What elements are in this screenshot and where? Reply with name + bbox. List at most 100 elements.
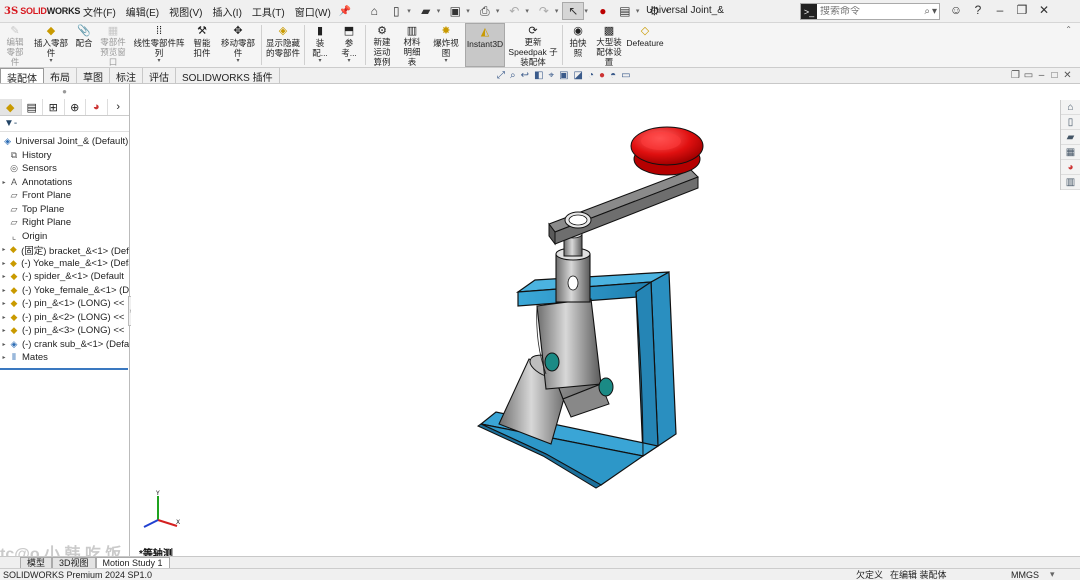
insert-dropdown-icon[interactable]: ▾	[49, 56, 52, 66]
undo-icon[interactable]: ↶	[503, 2, 525, 20]
tree-item[interactable]: ▸ ◆ (固定) bracket_&<1> (Defa	[0, 243, 129, 256]
tree-filter[interactable]: ▼-	[0, 116, 129, 132]
update-speedpak-button[interactable]: ⟳ 更新 Speedpak 子装配体	[505, 23, 561, 67]
home-icon[interactable]: ⌂	[363, 2, 385, 20]
task-file-explorer-icon[interactable]: ▦	[1061, 145, 1080, 160]
tree-item[interactable]: ▸ A Annotations	[0, 176, 129, 190]
user-account-icon[interactable]: ☺	[945, 3, 967, 17]
defeature-button[interactable]: ◇ Defeature	[626, 23, 664, 67]
collapse-ribbon-icon[interactable]: ⌃	[1065, 25, 1072, 34]
menu-insert[interactable]: 插入(I)	[207, 4, 246, 19]
expand-arrow-icon[interactable]: ▸	[0, 354, 8, 361]
assembly-features-button[interactable]: ▮ 装配... ▾	[306, 23, 334, 67]
task-appearances-icon[interactable]: ◕	[1061, 160, 1080, 175]
print-dropdown-icon[interactable]: ▾	[496, 7, 500, 15]
instant3d-button[interactable]: ◭ Instant3D	[465, 23, 505, 67]
scene-icon[interactable]: ◓	[610, 70, 616, 81]
save-icon[interactable]: ▣	[444, 2, 466, 20]
new-document-icon[interactable]: ▯	[385, 2, 407, 20]
dynamic-annotation-icon[interactable]: ⌖	[548, 70, 554, 81]
select-cursor-icon[interactable]: ↖	[562, 2, 585, 20]
tree-item[interactable]: ▱ Front Plane	[0, 189, 129, 203]
save-dropdown-icon[interactable]: ▾	[466, 7, 470, 15]
large-assembly-settings-button[interactable]: ▩ 大型装配体设置	[592, 23, 626, 67]
tree-item[interactable]: ▸ ◆ (-) pin_&<2> (LONG) <<	[0, 311, 129, 325]
tree-item[interactable]: ▱ Top Plane	[0, 203, 129, 217]
previous-view-icon[interactable]: ↩	[521, 70, 529, 81]
task-design-library-icon[interactable]: ▰	[1061, 130, 1080, 145]
expand-arrow-icon[interactable]: ▸	[0, 314, 8, 321]
universal-joint-model[interactable]	[131, 84, 1060, 556]
viewport-tile-icon[interactable]: ▭	[1022, 70, 1035, 81]
open-icon[interactable]: ▰	[415, 2, 437, 20]
viewport-maximize-icon[interactable]: □	[1048, 70, 1061, 81]
expand-arrow-icon[interactable]: ▸	[0, 246, 8, 253]
smart-fasteners-button[interactable]: ⚒ 智能扣件	[188, 23, 216, 67]
tree-item[interactable]: ◎ Sensors	[0, 162, 129, 176]
units-selector[interactable]: MMGS	[1011, 570, 1039, 580]
featuremanager-tab-icon[interactable]: ◆	[0, 99, 22, 115]
edit-appearance-icon[interactable]: ●	[599, 70, 605, 81]
manager-tabs-more-icon[interactable]: ›	[108, 99, 129, 115]
tab-markup[interactable]: 标注	[110, 68, 143, 84]
expand-arrow-icon[interactable]: ▸	[0, 341, 8, 348]
explode-dropdown-icon[interactable]: ▾	[444, 56, 447, 66]
reference-geometry-button[interactable]: ⬒ 参考... ▾	[334, 23, 364, 67]
task-home-icon[interactable]: ⌂	[1061, 100, 1080, 115]
zoom-to-fit-icon[interactable]: ⤢	[497, 70, 505, 81]
tree-item[interactable]: ▸ ⦀ Mates	[0, 351, 129, 365]
hide-show-icon[interactable]: ◔	[588, 70, 594, 81]
insert-component-button[interactable]: ◆ 插入零部件 ▾	[30, 23, 72, 67]
tab-layout[interactable]: 布局	[44, 68, 77, 84]
tree-item[interactable]: ⌞ Origin	[0, 230, 129, 244]
exploded-view-button[interactable]: ✸ 爆炸视图 ▾	[427, 23, 465, 67]
move-component-button[interactable]: ✥ 移动零部件 ▾	[216, 23, 260, 67]
tab-model[interactable]: 模型	[20, 557, 53, 568]
menu-file[interactable]: 文件(F)	[78, 4, 121, 19]
tab-motion-study-1[interactable]: Motion Study 1	[95, 557, 170, 568]
section-view-icon[interactable]: ◧	[534, 70, 543, 81]
restore-icon[interactable]: ❐	[1011, 3, 1033, 17]
yoke-male[interactable]	[536, 298, 614, 397]
take-snapshot-button[interactable]: ◉ 拍快照	[564, 23, 592, 67]
help-icon[interactable]: ?	[967, 3, 989, 17]
bill-of-materials-button[interactable]: ▥ 材料明细表	[397, 23, 427, 67]
linear-pattern-button[interactable]: ⁞⁞ 线性零部件阵列 ▾	[130, 23, 188, 67]
expand-arrow-icon[interactable]: ▸	[0, 300, 8, 307]
reference-dropdown-icon[interactable]: ▾	[347, 56, 350, 66]
view-settings-icon[interactable]: ▭	[621, 70, 630, 81]
show-hidden-components-button[interactable]: ◈ 显示隐藏的零部件	[263, 23, 303, 67]
terminal-icon[interactable]: >_	[801, 4, 817, 19]
redo-icon[interactable]: ↷	[533, 2, 555, 20]
display-style-icon[interactable]: ◪	[574, 70, 583, 81]
expand-arrow-icon[interactable]: ▸	[0, 179, 8, 186]
menu-edit[interactable]: 编辑(E)	[121, 4, 164, 19]
display-manager-tab-icon[interactable]: ◕	[86, 99, 108, 115]
tree-item[interactable]: ▸ ◈ (-) crank sub_&<1> (Defa	[0, 338, 129, 352]
crank-knob[interactable]	[630, 126, 704, 176]
new-dropdown-icon[interactable]: ▾	[407, 7, 411, 15]
view-orientation-icon[interactable]: ▣	[559, 70, 568, 81]
expand-arrow-icon[interactable]: ▸	[0, 260, 8, 267]
viewport-restore-icon[interactable]: ❐	[1009, 70, 1022, 81]
tree-root-assembly[interactable]: ◈ Universal Joint_& (Default) <	[0, 135, 129, 149]
menu-tools[interactable]: 工具(T)	[247, 4, 290, 19]
search-dropdown-icon[interactable]: ▾	[932, 6, 939, 17]
close-icon[interactable]: ✕	[1033, 3, 1055, 17]
propertymanager-tab-icon[interactable]: ▤	[22, 99, 43, 115]
tab-assembly[interactable]: 装配体	[0, 68, 44, 85]
new-motion-study-button[interactable]: ⚙ 新建运动算例	[367, 23, 397, 67]
tree-item[interactable]: ▸ ◆ (-) Yoke_female_&<1> (D	[0, 284, 129, 298]
task-resources-icon[interactable]: ▯	[1061, 115, 1080, 130]
panel-grip-icon[interactable]: ●	[0, 84, 129, 99]
menu-view[interactable]: 视图(V)	[164, 4, 207, 19]
pattern-dropdown-icon[interactable]: ▾	[157, 56, 160, 66]
open-dropdown-icon[interactable]: ▾	[437, 7, 441, 15]
tree-item[interactable]: ▱ Right Plane	[0, 216, 129, 230]
move-dropdown-icon[interactable]: ▾	[236, 56, 239, 66]
task-custom-properties-icon[interactable]: ▥	[1061, 175, 1080, 190]
redo-dropdown-icon[interactable]: ▾	[555, 7, 559, 15]
dimxpert-tab-icon[interactable]: ⊕	[65, 99, 86, 115]
tree-item[interactable]: ▸ ◆ (-) spider_&<1> (Default	[0, 270, 129, 284]
edit-component-button[interactable]: ✎ 编辑零部件	[0, 23, 30, 67]
